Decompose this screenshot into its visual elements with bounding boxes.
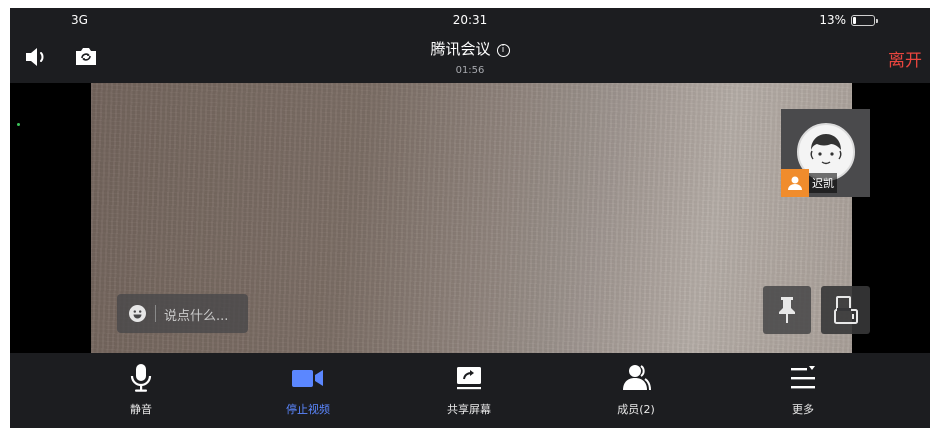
meeting-header: 腾讯会议 i 01:56 离开 [10, 32, 930, 83]
share-screen-icon [457, 367, 481, 390]
emoji-icon[interactable] [129, 305, 146, 322]
person-icon [781, 169, 809, 197]
share-screen-button[interactable]: 共享屏幕 [424, 363, 514, 417]
battery-fill [853, 16, 856, 24]
share-screen-label: 共享屏幕 [447, 403, 491, 416]
battery-percent: 13% [819, 13, 846, 27]
more-label: 更多 [792, 403, 814, 416]
meeting-title-text: 腾讯会议 [430, 40, 491, 58]
chat-divider [155, 305, 156, 322]
rotate-screen-button[interactable] [821, 286, 870, 334]
leave-button[interactable]: 离开 [888, 46, 922, 71]
video-stage: 说点什么... 迟凯 [10, 83, 930, 353]
more-button[interactable]: 更多 [758, 363, 848, 417]
meeting-duration: 01:56 [455, 65, 485, 76]
stop-video-label: 停止视频 [286, 403, 330, 416]
participant-label: 迟凯 [781, 169, 837, 197]
audio-indicator-dot [17, 123, 20, 126]
meeting-screen: 3G 20:31 13% 腾讯会议 i 01:56 离开 说点什么... 迟凯 … [10, 8, 930, 428]
clock: 20:31 [452, 13, 488, 27]
info-icon: i [496, 44, 510, 57]
meeting-toolbar: 静音 停止视频 共享屏幕 成员(2) 更多 [10, 353, 930, 428]
pin-button[interactable] [763, 286, 811, 334]
participant-name: 迟凯 [809, 173, 837, 193]
chat-placeholder: 说点什么... [164, 309, 229, 324]
battery-indicator: 13% [819, 13, 878, 27]
status-bar: 3G 20:31 13% [10, 8, 930, 32]
more-menu-icon [791, 366, 815, 389]
battery-icon [851, 14, 878, 26]
rotate-screen-icon [833, 296, 858, 324]
members-label: 成员(2) [617, 403, 655, 416]
microphone-icon [130, 364, 152, 392]
mute-label: 静音 [130, 403, 152, 416]
chat-input[interactable]: 说点什么... [117, 294, 248, 333]
members-icon [623, 365, 651, 391]
stop-video-button[interactable]: 停止视频 [263, 363, 353, 417]
meeting-title[interactable]: 腾讯会议 i [10, 38, 930, 59]
mute-button[interactable]: 静音 [96, 363, 186, 417]
pin-icon [779, 297, 795, 323]
video-camera-icon [292, 370, 323, 387]
members-button[interactable]: 成员(2) [591, 363, 681, 417]
participant-thumbnail[interactable]: 迟凯 [781, 109, 870, 197]
